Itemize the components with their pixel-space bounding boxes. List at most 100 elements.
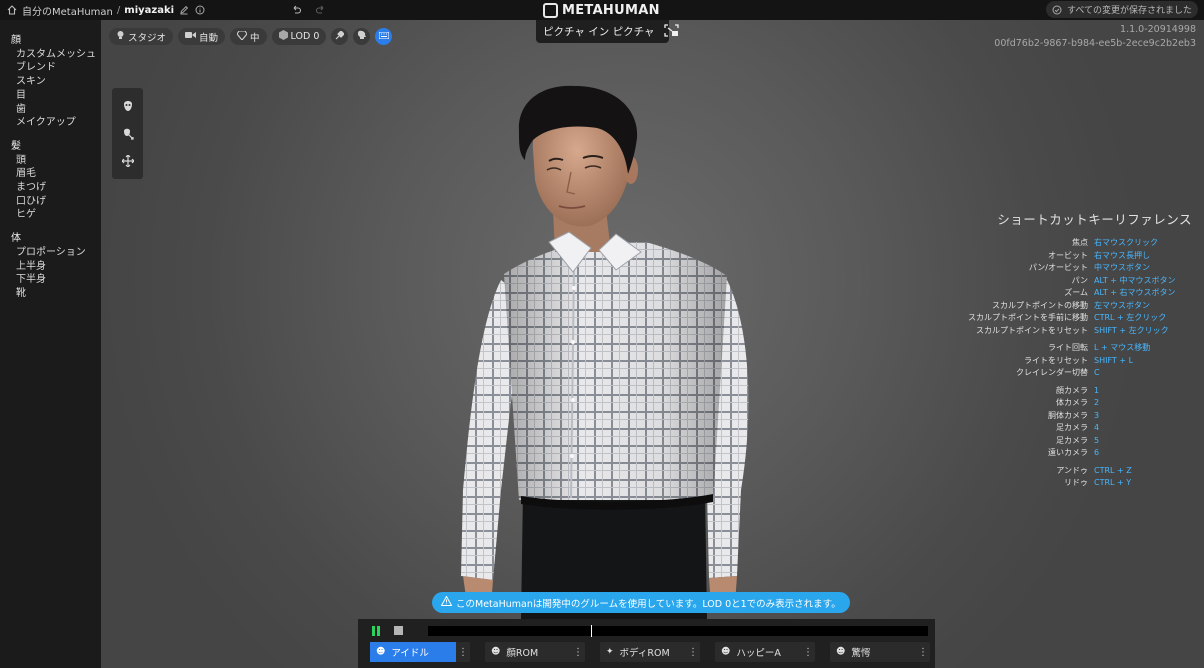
lod-button[interactable]: LOD 0 <box>271 28 327 45</box>
nav-item-custom-mesh[interactable]: カスタムメッシュ <box>0 48 101 62</box>
nav-item-eyebrows[interactable]: 眉毛 <box>0 167 101 181</box>
shortcut-row: ライト回転 L + マウス移動 <box>952 342 1192 355</box>
keyboard-shortcuts-button[interactable] <box>375 28 393 45</box>
undo-icon[interactable] <box>290 3 302 15</box>
shortcut-action: 遠いカメラ <box>1048 448 1088 457</box>
shortcut-key: SHIFT + L <box>1094 355 1134 365</box>
nav-category-hair[interactable]: 髪 <box>0 140 101 154</box>
redo-icon[interactable] <box>314 3 326 15</box>
anim-preset-body-rom[interactable]: ✦ ボディROM ⋮ <box>600 642 700 662</box>
shortcut-action: スカルプトポイントをリセット <box>976 325 1088 335</box>
shortcut-action: 胴体カメラ <box>1048 410 1088 420</box>
home-icon[interactable] <box>6 4 18 16</box>
shortcut-key: CTRL + 左クリック <box>1094 313 1167 322</box>
nav-category-body[interactable]: 体 <box>0 232 101 246</box>
check-circle-icon <box>1052 4 1063 16</box>
anim-preset-surprised[interactable]: ☻ 驚愕 ⋮ <box>830 642 930 662</box>
camera-auto-button[interactable]: 自動 <box>178 28 226 45</box>
picture-in-picture-button[interactable]: ピクチャ イン ピクチャ <box>536 20 680 43</box>
render-mode-button[interactable] <box>331 28 349 45</box>
more-options-icon[interactable]: ⋮ <box>456 647 470 658</box>
shortcut-action: スカルプトポイントの移動 <box>992 300 1088 310</box>
more-options-icon[interactable]: ⋮ <box>686 647 700 658</box>
nav-item-lower-body[interactable]: 下半身 <box>0 273 101 287</box>
shortcut-key: L + マウス移動 <box>1094 343 1151 352</box>
shortcut-row: 足カメラ 4 <box>952 422 1192 435</box>
shortcut-reference-panel: ショートカットキーリファレンス 焦点 右マウスクリック オービット 右マウス長押し … <box>952 209 1192 490</box>
shortcut-row: ズーム ALT + 右マウスボタン <box>952 287 1192 300</box>
warning-icon <box>440 595 453 609</box>
shortcut-row: 胴体カメラ 3 <box>952 410 1192 423</box>
nav-item-eyelashes[interactable]: まつげ <box>0 181 101 195</box>
breadcrumb: 自分のMetaHuman / miyazaki <box>6 3 206 18</box>
nav-item-blend[interactable]: ブレンド <box>0 61 101 75</box>
quality-label: 中 <box>250 32 260 44</box>
studio-lighting-button[interactable]: スタジオ <box>109 28 174 45</box>
anim-preset-happy-a[interactable]: ☻ ハッピーA ⋮ <box>715 642 815 662</box>
shortcut-row: 体カメラ 2 <box>952 397 1192 410</box>
save-status: すべての変更が保存されました <box>1046 1 1198 18</box>
studio-label: スタジオ <box>128 32 167 44</box>
nav-item-shoes[interactable]: 靴 <box>0 287 101 301</box>
shortcut-action: 体カメラ <box>1056 398 1088 407</box>
nav-category-face[interactable]: 顔 <box>0 34 101 48</box>
shortcut-row: クレイレンダー切替 C <box>952 367 1192 380</box>
nav-item-beard[interactable]: ヒゲ <box>0 208 101 222</box>
camera-auto-label: 自動 <box>199 32 219 44</box>
viewport-toolbar: スタジオ 自動 中 LOD 0 <box>109 28 393 45</box>
stop-button[interactable] <box>394 626 403 635</box>
quality-button[interactable]: 中 <box>230 28 267 45</box>
nav-item-upper-body[interactable]: 上半身 <box>0 260 101 274</box>
shortcut-key: ALT + 中マウスボタン <box>1094 275 1176 285</box>
shortcut-key: 5 <box>1094 435 1100 445</box>
shortcut-row: リドゥ CTRL + Y <box>952 477 1192 490</box>
shortcut-row: スカルプトポイントの移動 左マウスボタン <box>952 300 1192 313</box>
anim-label: 驚愕 <box>851 648 871 659</box>
shortcut-action: リドゥ <box>1064 478 1088 487</box>
nav-item-teeth[interactable]: 歯 <box>0 103 101 117</box>
shortcut-reference-title: ショートカットキーリファレンス <box>997 212 1192 227</box>
history-controls <box>290 3 326 15</box>
breadcrumb-home[interactable]: 自分のMetaHuman <box>22 3 113 18</box>
shortcut-key: 左マウスボタン <box>1094 300 1150 310</box>
nav-item-proportions[interactable]: プロポーション <box>0 246 101 260</box>
head-view-button[interactable] <box>353 28 371 45</box>
nav-item-mustache[interactable]: 口ひげ <box>0 195 101 209</box>
shortcut-action: アンドゥ <box>1056 465 1088 475</box>
anim-label: ハッピーA <box>736 648 781 659</box>
nav-item-makeup[interactable]: メイクアップ <box>0 116 101 130</box>
shortcut-key: CTRL + Y <box>1094 478 1132 487</box>
shortcut-action: 足カメラ <box>1056 435 1088 445</box>
pause-button[interactable] <box>372 626 382 636</box>
breadcrumb-separator: / <box>116 4 121 16</box>
move-arrows-icon[interactable] <box>120 153 136 169</box>
anim-label: アイドル <box>391 648 429 659</box>
head-profile-icon <box>357 30 367 43</box>
edit-icon[interactable] <box>178 4 190 16</box>
head-icon: ☻ <box>721 647 731 657</box>
shortcut-key: 4 <box>1094 423 1100 432</box>
info-icon[interactable] <box>194 4 206 16</box>
diamond-icon <box>236 29 248 43</box>
anim-preset-face-rom[interactable]: ☻ 顔ROM ⋮ <box>485 642 585 662</box>
shortcut-row: スカルプトポイントを手前に移動 CTRL + 左クリック <box>952 312 1192 325</box>
more-options-icon[interactable]: ⋮ <box>916 647 930 658</box>
anim-preset-idle[interactable]: ☻ アイドル ⋮ <box>370 642 470 662</box>
nav-item-head-hair[interactable]: 頭 <box>0 154 101 168</box>
shortcut-action: 焦点 <box>1072 238 1088 247</box>
more-options-icon[interactable]: ⋮ <box>801 647 815 658</box>
nav-group-hair: 髪 頭 眉毛 まつげ 口ひげ ヒゲ <box>0 140 101 222</box>
shortcut-row: パン ALT + 中マウスボタン <box>952 275 1192 288</box>
shortcut-key: SHIFT + 左クリック <box>1094 325 1169 335</box>
shortcut-action: パン/オービット <box>1028 263 1088 272</box>
nav-item-eyes[interactable]: 目 <box>0 89 101 103</box>
shortcut-key: 右マウスクリック <box>1094 238 1158 247</box>
nav-item-skin[interactable]: スキン <box>0 75 101 89</box>
timeline-scrubber[interactable] <box>590 625 592 637</box>
animation-timeline[interactable] <box>428 625 928 637</box>
3d-viewport[interactable]: スタジオ 自動 中 LOD 0 ピクチャ イン ピクチャ 1.1.0-20914… <box>101 20 1204 668</box>
move-face-icon[interactable] <box>120 125 136 141</box>
viewport-tool-palette <box>112 88 143 179</box>
more-options-icon[interactable]: ⋮ <box>571 647 585 658</box>
face-select-icon[interactable] <box>120 98 136 114</box>
